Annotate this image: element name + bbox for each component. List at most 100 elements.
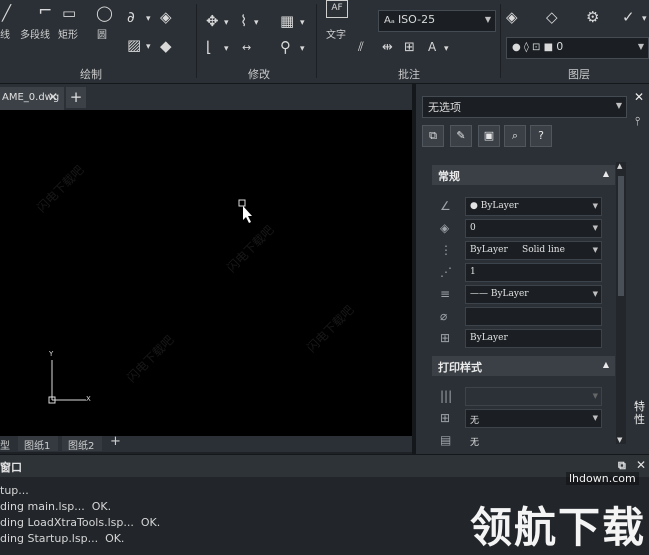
dropdown-icon-3[interactable]: ▾ [224, 16, 229, 31]
line-button[interactable]: 线 [0, 26, 10, 41]
layout-tab-2[interactable]: 图纸2 [62, 436, 102, 452]
selection-combo[interactable]: 无选项 ▼ [422, 96, 627, 118]
drawing-canvas[interactable]: Y X [0, 110, 412, 436]
circle-icon[interactable]: ◯ [96, 6, 113, 21]
property-row-material[interactable]: ⊞ ByLayer [432, 328, 617, 350]
hatch-icon[interactable]: ▨ [127, 38, 141, 53]
close-command-icon[interactable]: ✕ [636, 458, 646, 472]
linetype-value[interactable]: ByLayer Solid line ▼ [465, 241, 602, 260]
layout-tab-bar: 型 图纸1 图纸2 + [0, 434, 412, 452]
explode-icon[interactable]: ⚲ [280, 40, 291, 55]
layer-value-text: 0 [470, 223, 476, 233]
text-style-icon[interactable]: A [428, 40, 436, 55]
dimstyle-combo[interactable]: Aₐ ISO-25 ▼ [378, 10, 496, 32]
print-table-value[interactable]: 无 ▼ [465, 409, 602, 428]
property-row-print-style[interactable]: ||| ▼ [432, 386, 617, 408]
layer-isolate-icon[interactable]: ⚙ [586, 10, 599, 25]
polyline-button[interactable]: 多段线 [20, 26, 50, 41]
scroll-thumb[interactable] [618, 176, 624, 296]
layout-tab-model[interactable]: 型 [0, 437, 12, 452]
table-tool-icon[interactable]: ⊞ [404, 40, 415, 55]
float-icon[interactable]: ⧉ [618, 459, 626, 473]
layer-state-icons: ● ◊ ⊡ ■ [512, 42, 557, 53]
help-button[interactable]: ? [530, 125, 552, 147]
scroll-up-icon[interactable]: ▲ [617, 162, 622, 170]
property-row-layer[interactable]: ◈ 0 ▼ [432, 218, 617, 240]
filter-button[interactable]: ⌕ [504, 125, 526, 147]
property-row-linetype-scale[interactable]: ⋰ 1 [432, 262, 617, 284]
pin-icon[interactable]: ⫯ [635, 114, 640, 129]
spline-icon[interactable]: ∂ [127, 10, 135, 25]
layer-combo[interactable]: ● ◊ ⊡ ■ 0 ▼ [506, 37, 649, 59]
layer-match-icon[interactable]: ✓ [622, 10, 635, 25]
quick-select-button[interactable]: ▣ [478, 125, 500, 147]
print-attached-value-text: 无 [470, 438, 480, 448]
add-layout-button[interactable]: + [110, 434, 121, 449]
dropdown-icon-6[interactable]: ▾ [224, 42, 229, 57]
dropdown-icon[interactable]: ▾ [146, 12, 151, 27]
toggle-pickadd-button[interactable]: ⧉ [422, 125, 444, 147]
transparency-value[interactable] [465, 307, 602, 326]
chevron-down-icon-4: ▼ [592, 202, 598, 210]
fillet-icon[interactable]: ⌊ [206, 40, 212, 55]
dimension-icon[interactable]: ⇹ [382, 40, 393, 55]
text-button[interactable]: 文字 [326, 26, 346, 41]
trim-icon[interactable]: ⌇ [240, 14, 247, 29]
material-value-text: ByLayer [470, 333, 508, 343]
linetype-scale-value[interactable]: 1 [465, 263, 602, 282]
ribbon-separator-2 [316, 4, 317, 78]
properties-scrollbar[interactable]: ▲ ▼ [616, 162, 626, 444]
print-style-icon: ||| [440, 389, 453, 403]
circle-button[interactable]: 圆 [97, 26, 107, 41]
polyline-icon[interactable]: ⌐ [38, 3, 52, 20]
general-section-header[interactable]: 常规 ▲ [432, 165, 615, 185]
property-row-print-table[interactable]: ⊞ 无 ▼ [432, 408, 617, 430]
print-attached-value[interactable]: 无 [465, 431, 602, 448]
dropdown-icon-2[interactable]: ▾ [146, 40, 151, 55]
command-history-line: ding Startup.lsp... OK. [0, 532, 125, 545]
property-row-linetype[interactable]: ⋮ ByLayer Solid line ▼ [432, 240, 617, 262]
line-icon[interactable]: ╱ [2, 6, 11, 21]
print-style-value[interactable]: ▼ [465, 387, 602, 406]
property-row-transparency[interactable]: ⌀ [432, 306, 617, 328]
array-icon[interactable]: ▦ [280, 14, 294, 29]
select-objects-button[interactable]: ✎ [450, 125, 472, 147]
dropdown-icon-8[interactable]: ▾ [444, 42, 449, 57]
scroll-down-icon[interactable]: ▼ [617, 436, 622, 444]
print-style-section-header[interactable]: 打印样式 ▲ [432, 356, 615, 376]
dropdown-icon-5[interactable]: ▾ [300, 16, 305, 31]
layer-value[interactable]: 0 ▼ [465, 219, 602, 238]
dimstyle-icon: Aₐ [384, 15, 398, 26]
close-palette-icon[interactable]: ✕ [634, 90, 644, 104]
color-value-text: ● ByLayer [470, 201, 519, 211]
dropdown-icon-7[interactable]: ▾ [300, 42, 305, 57]
dropdown-icon-9[interactable]: ▾ [642, 12, 647, 27]
property-row-print-attached[interactable]: ▤ 无 [432, 430, 617, 448]
region-icon[interactable]: ◆ [160, 39, 172, 54]
layer-state-icon[interactable]: ◇ [546, 10, 558, 25]
rectangle-icon[interactable]: ▭ [62, 6, 76, 21]
selection-value: 无选项 [428, 101, 461, 114]
layout-tab-1[interactable]: 图纸1 [18, 436, 58, 452]
move-icon[interactable]: ✥ [206, 14, 219, 29]
ribbon: ╱ ⌐ ▭ ◯ 线 多段线 矩形 圆 ∂ ▾ ◈ ▨ ▾ ◆ 绘制 ✥ ▾ ⌇ … [0, 0, 649, 84]
new-tab-button[interactable]: + [66, 87, 86, 108]
text-icon[interactable]: AF [326, 0, 348, 18]
print-icon: ▤ [440, 433, 452, 447]
leader-icon[interactable]: ⫽ [358, 40, 364, 55]
general-section-title: 常规 [438, 170, 460, 183]
property-row-color[interactable]: ∠ ● ByLayer ▼ [432, 196, 617, 218]
property-row-lineweight[interactable]: ≡ —— ByLayer ▼ [432, 284, 617, 306]
close-icon[interactable]: ✕ [48, 90, 58, 104]
rectangle-button[interactable]: 矩形 [58, 26, 78, 41]
command-window-header: 窗口 ⧉ ✕ [0, 455, 649, 477]
stretch-icon[interactable]: ↔ [242, 40, 251, 55]
material-value[interactable]: ByLayer [465, 329, 602, 348]
hatch-fill-icon[interactable]: ◈ [160, 10, 172, 25]
dropdown-icon-4[interactable]: ▾ [254, 16, 259, 31]
linetype-icon: ⋮ [440, 243, 452, 257]
lineweight-value[interactable]: —— ByLayer ▼ [465, 285, 602, 304]
ucs-x-label: X [86, 395, 91, 403]
color-value[interactable]: ● ByLayer ▼ [465, 197, 602, 216]
layer-properties-icon[interactable]: ◈ [506, 10, 518, 25]
